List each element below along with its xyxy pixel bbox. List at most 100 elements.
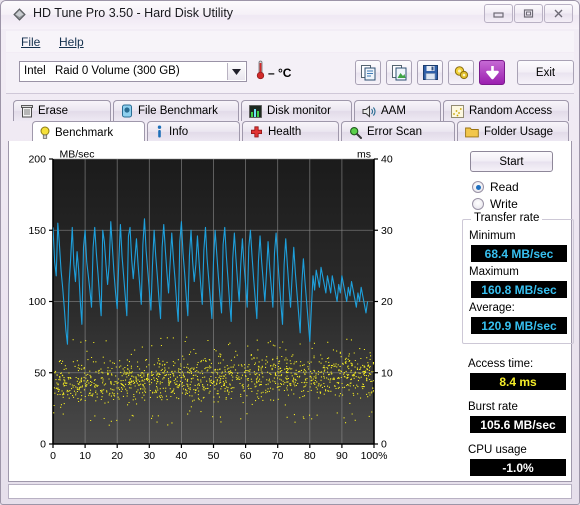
access-time-value: 8.4 ms	[470, 373, 566, 390]
benchmark-panel: 0 50 100 150 200 0 10 20 30 40 0 10 20 30 40 50 60 70 80 90…	[8, 141, 574, 482]
tab-info-label: Info	[169, 126, 189, 138]
minimize-icon[interactable]	[484, 4, 513, 23]
info-icon	[155, 125, 164, 139]
cpu-usage-label: CPU usage	[468, 444, 527, 456]
burst-rate-value: 105.6 MB/sec	[470, 416, 566, 433]
transfer-rate-title: Transfer rate	[471, 212, 543, 224]
svg-text:30: 30	[143, 450, 155, 462]
gears-icon[interactable]	[448, 60, 474, 85]
thermometer-icon	[256, 60, 265, 85]
copy-image-icon[interactable]	[386, 60, 412, 85]
svg-text:100%: 100%	[361, 450, 388, 462]
svg-text:90: 90	[336, 450, 348, 462]
tab-error-scan[interactable]: Error Scan	[341, 121, 455, 142]
radio-read-indicator[interactable]	[472, 181, 484, 193]
svg-text:0: 0	[50, 450, 56, 462]
tab-erase-label: Erase	[38, 105, 69, 117]
svg-text:80: 80	[304, 450, 316, 462]
chevron-down-icon[interactable]	[227, 63, 245, 80]
start-button[interactable]: Start	[470, 151, 553, 172]
radio-read-label: Read	[490, 180, 519, 194]
svg-text:20: 20	[381, 296, 393, 308]
menu-file[interactable]: File	[15, 34, 46, 50]
radio-write[interactable]: Write	[472, 197, 518, 211]
temperature-indicator: – °C	[256, 60, 291, 85]
tab-folder-usage-label: Folder Usage	[484, 126, 554, 138]
maximum-value: 160.8 MB/sec	[471, 281, 567, 298]
burst-rate-label: Burst rate	[468, 401, 518, 413]
red-cross-icon	[250, 125, 263, 139]
transfer-rate-group: Transfer rate Minimum 68.4 MB/sec Maximu…	[462, 212, 574, 344]
radio-write-indicator[interactable]	[472, 198, 484, 210]
download-arrow-icon[interactable]	[479, 60, 505, 85]
menu-help[interactable]: Help	[53, 34, 90, 50]
cpu-usage-value: -1.0%	[470, 459, 566, 476]
close-icon[interactable]	[544, 4, 573, 23]
svg-text:20: 20	[111, 450, 123, 462]
drive-name: Raid 0 Volume (300 GB)	[55, 65, 180, 77]
tab-random-access[interactable]: Random Access	[443, 100, 569, 121]
radio-read[interactable]: Read	[472, 180, 519, 194]
toolbar-buttons	[355, 60, 505, 85]
svg-text:50: 50	[34, 367, 46, 379]
floppy-save-icon[interactable]	[417, 60, 443, 85]
svg-text:10: 10	[381, 367, 393, 379]
menu-file-label: File	[21, 35, 41, 49]
tab-benchmark-label: Benchmark	[55, 126, 114, 139]
tab-error-scan-label: Error Scan	[367, 126, 422, 138]
tab-erase[interactable]: Erase	[13, 100, 111, 121]
svg-text:70: 70	[272, 450, 284, 462]
drive-select[interactable]: Intel Raid 0 Volume (300 GB)	[19, 61, 247, 82]
menu-bar: File Help	[6, 31, 574, 52]
svg-text:40: 40	[176, 450, 188, 462]
tab-disk-monitor[interactable]: Disk monitor	[241, 100, 352, 121]
maximize-icon[interactable]	[514, 4, 543, 23]
copy-icon[interactable]	[355, 60, 381, 85]
minimum-label: Minimum	[469, 230, 516, 242]
lightbulb-blue-icon	[121, 104, 133, 118]
tab-aam[interactable]: AAM	[354, 100, 441, 121]
hdtune-diamond-icon	[12, 7, 27, 22]
tab-folder-usage[interactable]: Folder Usage	[457, 121, 569, 142]
tab-aam-label: AAM	[381, 105, 406, 117]
tab-info[interactable]: Info	[147, 121, 240, 142]
svg-text:200: 200	[28, 154, 46, 166]
temperature-value: – °C	[268, 65, 292, 80]
svg-text:100: 100	[28, 296, 46, 308]
folder-icon	[465, 126, 479, 138]
tab-row-lower: Benchmark Info Health Error Scan Folder …	[1, 121, 579, 143]
tab-file-benchmark-label: File Benchmark	[138, 105, 218, 117]
scatter-icon	[451, 104, 464, 118]
average-label: Average:	[469, 302, 515, 314]
window-controls	[483, 4, 573, 23]
svg-text:150: 150	[28, 225, 46, 237]
status-bar	[8, 484, 572, 499]
trash-icon	[21, 104, 33, 118]
lightbulb-yellow-icon	[40, 126, 50, 140]
svg-text:0: 0	[381, 439, 387, 451]
tab-disk-monitor-label: Disk monitor	[267, 105, 331, 117]
tab-benchmark[interactable]: Benchmark	[32, 121, 145, 143]
svg-text:50: 50	[208, 450, 220, 462]
exit-button[interactable]: Exit	[517, 60, 574, 85]
bar-chart-icon	[249, 104, 262, 118]
title-bar: HD Tune Pro 3.50 - Hard Disk Utility	[1, 1, 579, 29]
tab-random-access-label: Random Access	[469, 105, 553, 117]
svg-text:30: 30	[381, 225, 393, 237]
speaker-icon	[362, 104, 376, 118]
maximum-label: Maximum	[469, 266, 519, 278]
menu-help-label: Help	[59, 35, 84, 49]
tab-health-label: Health	[268, 126, 302, 138]
tab-health[interactable]: Health	[242, 121, 339, 142]
radio-write-label: Write	[490, 197, 518, 211]
svg-text:40: 40	[381, 154, 393, 166]
tab-file-benchmark[interactable]: File Benchmark	[113, 100, 239, 121]
svg-text:10: 10	[79, 450, 91, 462]
svg-text:MB/sec: MB/sec	[59, 149, 94, 161]
svg-text:0: 0	[40, 439, 46, 451]
window-title: HD Tune Pro 3.50 - Hard Disk Utility	[33, 6, 234, 20]
svg-text:60: 60	[240, 450, 252, 462]
minimum-value: 68.4 MB/sec	[471, 245, 567, 262]
tab-row-upper: Erase File Benchmark Disk monitor AAM Ra…	[1, 100, 579, 121]
average-value: 120.9 MB/sec	[471, 317, 567, 334]
